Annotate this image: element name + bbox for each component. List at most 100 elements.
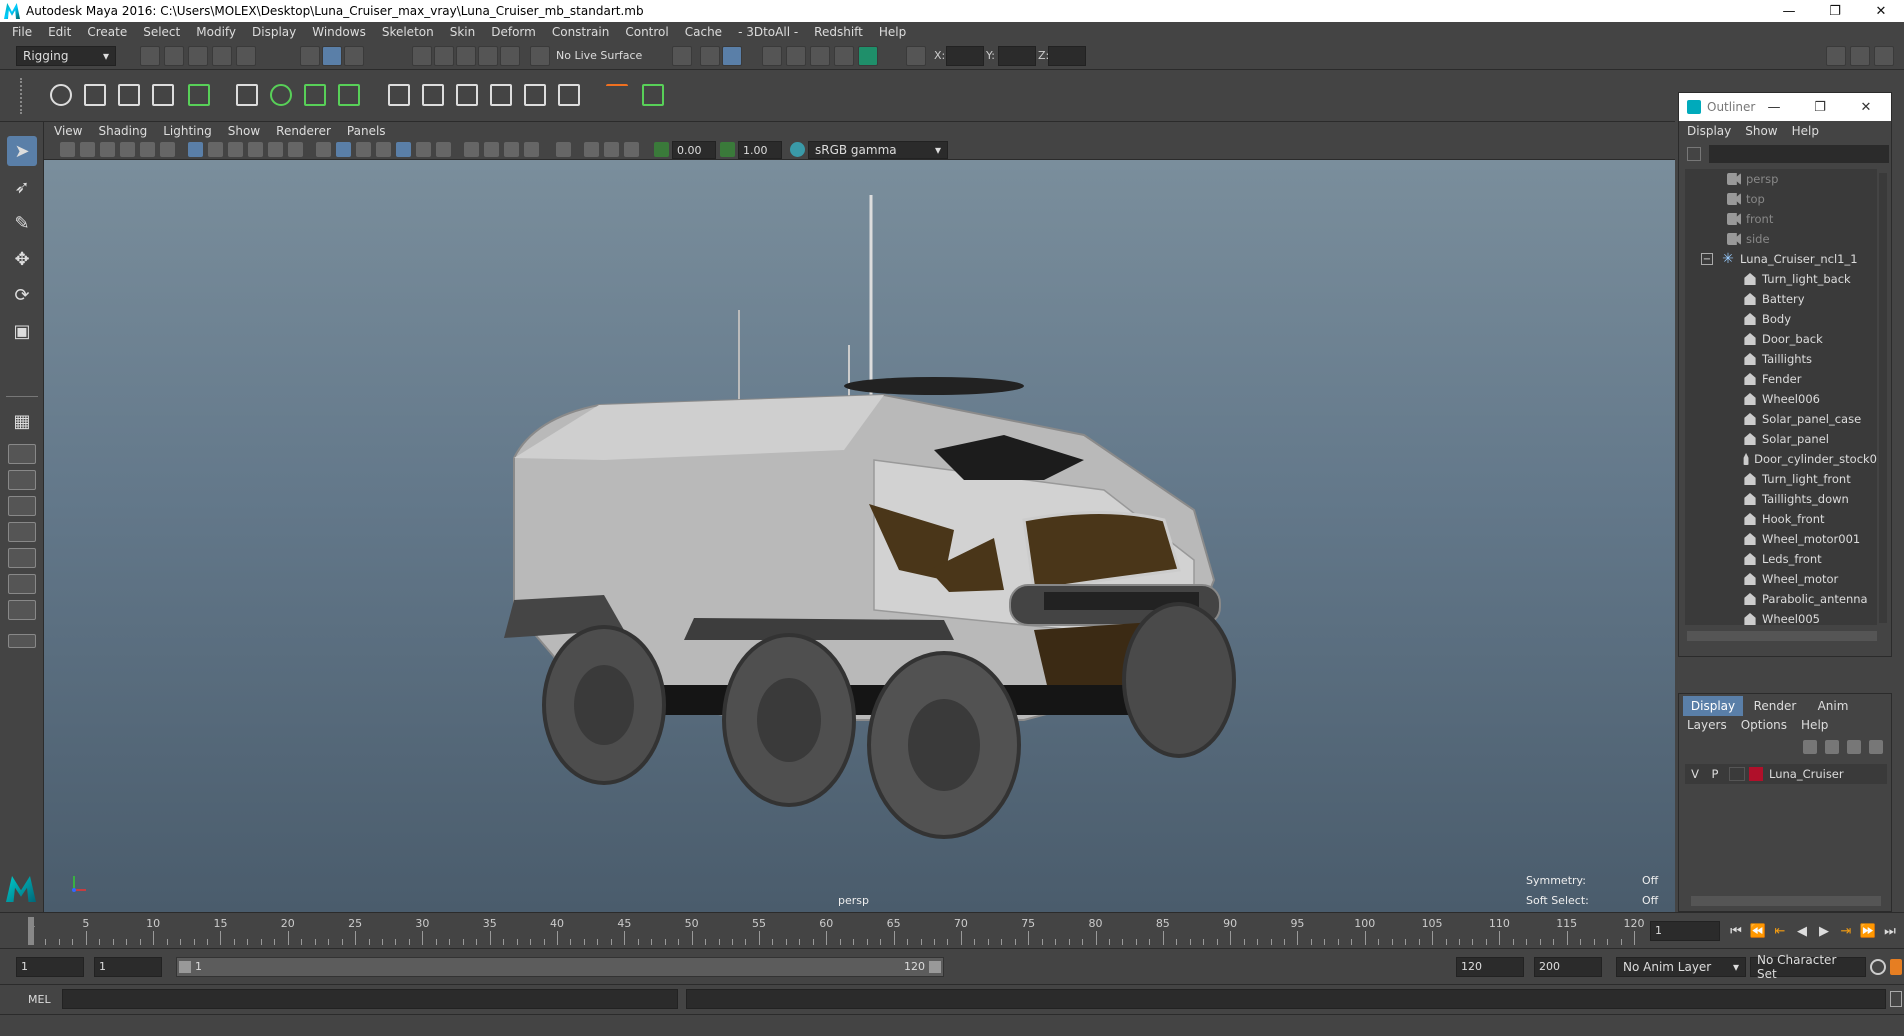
blend-shape-icon[interactable] bbox=[334, 80, 364, 110]
outliner-camera-side[interactable]: side bbox=[1685, 229, 1877, 249]
point-constraint-icon[interactable] bbox=[384, 80, 414, 110]
layer-playback-toggle[interactable]: P bbox=[1705, 767, 1725, 781]
playback-end-field[interactable]: 120 bbox=[1456, 957, 1524, 977]
snap-point-icon[interactable] bbox=[456, 46, 476, 66]
shelf-tabs-icon[interactable] bbox=[20, 78, 30, 114]
grid-icon[interactable] bbox=[188, 142, 203, 157]
preferences-icon[interactable] bbox=[1890, 959, 1902, 975]
gamma-icon[interactable] bbox=[720, 142, 735, 157]
wrap-deformer-icon[interactable] bbox=[300, 80, 330, 110]
layout-outliner-persp-icon[interactable] bbox=[8, 522, 36, 542]
layout-single-icon[interactable]: ▦ bbox=[7, 406, 37, 436]
outliner-item[interactable]: Door_cylinder_stock0 bbox=[1685, 449, 1877, 469]
locator-icon[interactable] bbox=[602, 80, 632, 110]
menu-deform[interactable]: Deform bbox=[483, 25, 544, 39]
anim-layer-dropdown[interactable]: No Anim Layer ▾ bbox=[1616, 957, 1746, 977]
render-settings-icon[interactable] bbox=[786, 46, 806, 66]
command-input[interactable] bbox=[62, 989, 678, 1009]
field-chart-icon[interactable] bbox=[268, 142, 283, 157]
outliner-vertical-scrollbar[interactable] bbox=[1879, 173, 1887, 623]
outliner-item[interactable]: Wheel_motor001 bbox=[1685, 529, 1877, 549]
panel-menu-renderer[interactable]: Renderer bbox=[276, 124, 331, 138]
construction-history-icon[interactable] bbox=[672, 46, 692, 66]
move-layer-down-icon[interactable] bbox=[1825, 740, 1839, 754]
menu-set-dropdown[interactable]: Rigging ▾ bbox=[16, 46, 116, 66]
tab-display[interactable]: Display bbox=[1683, 696, 1743, 716]
exposure-field[interactable]: 0.00 bbox=[672, 141, 716, 159]
camera-attributes-icon[interactable] bbox=[80, 142, 95, 157]
menu-constrain[interactable]: Constrain bbox=[544, 25, 618, 39]
outliner-item[interactable]: Turn_light_back bbox=[1685, 269, 1877, 289]
cluster-icon[interactable] bbox=[266, 80, 296, 110]
layout-two-side-icon[interactable] bbox=[8, 470, 36, 490]
orient-constraint-icon[interactable] bbox=[452, 80, 482, 110]
menu-windows[interactable]: Windows bbox=[304, 25, 374, 39]
close-button[interactable]: ✕ bbox=[1858, 0, 1904, 22]
redshift-render-icon[interactable] bbox=[858, 46, 878, 66]
bind-skin-icon[interactable] bbox=[184, 80, 214, 110]
menu-control[interactable]: Control bbox=[617, 25, 676, 39]
outliner-minimize-button[interactable]: — bbox=[1751, 93, 1797, 121]
new-layer-icon[interactable] bbox=[1847, 740, 1861, 754]
layout-custom-icon[interactable] bbox=[8, 600, 36, 620]
menu-file[interactable]: File bbox=[4, 25, 40, 39]
redo-icon[interactable] bbox=[236, 46, 256, 66]
select-object-icon[interactable] bbox=[322, 46, 342, 66]
xray-icon[interactable] bbox=[584, 142, 599, 157]
perspective-viewport[interactable]: persp Symmetry: Off Soft Select: Off bbox=[44, 160, 1675, 912]
save-scene-icon[interactable] bbox=[188, 46, 208, 66]
move-tool-icon[interactable]: ✥ bbox=[7, 244, 37, 274]
transform-input-icon[interactable] bbox=[906, 46, 926, 66]
outliner-menu-help[interactable]: Help bbox=[1792, 124, 1819, 138]
playback-start-field[interactable]: 1 bbox=[94, 957, 162, 977]
menu-skeleton[interactable]: Skeleton bbox=[374, 25, 442, 39]
safe-action-icon[interactable] bbox=[288, 142, 303, 157]
color-management-icon[interactable] bbox=[790, 142, 805, 157]
snap-grid-icon[interactable] bbox=[412, 46, 432, 66]
pole-vector-icon[interactable] bbox=[554, 80, 584, 110]
view-transform-dropdown[interactable]: sRGB gamma ▾ bbox=[808, 141, 948, 159]
step-back-frame-icon[interactable]: ⏪ bbox=[1750, 923, 1766, 939]
outliner-item[interactable]: Leds_front bbox=[1685, 549, 1877, 569]
menu-help[interactable]: Help bbox=[871, 25, 914, 39]
layout-graph-persp-icon[interactable] bbox=[8, 548, 36, 568]
time-slider[interactable]: 1510152025303540455055606570758085909510… bbox=[0, 912, 1904, 948]
time-ruler[interactable]: 1510152025303540455055606570758085909510… bbox=[28, 915, 1645, 945]
make-live-icon[interactable] bbox=[530, 46, 550, 66]
step-back-key-icon[interactable]: ⇤ bbox=[1772, 923, 1788, 939]
gate-mask-icon[interactable] bbox=[248, 142, 263, 157]
script-editor-icon[interactable] bbox=[1890, 991, 1902, 1007]
select-camera-icon[interactable] bbox=[60, 142, 75, 157]
range-end-handle[interactable] bbox=[929, 961, 941, 973]
layout-menu-icon[interactable] bbox=[8, 634, 36, 648]
layout-four-icon[interactable] bbox=[8, 444, 36, 464]
use-default-material-icon[interactable] bbox=[356, 142, 371, 157]
2d-pan-zoom-icon[interactable] bbox=[140, 142, 155, 157]
tool-settings-icon[interactable] bbox=[1874, 46, 1894, 66]
undo-icon[interactable] bbox=[212, 46, 232, 66]
new-scene-icon[interactable] bbox=[140, 46, 160, 66]
range-bar[interactable]: 1 120 bbox=[176, 957, 944, 977]
layer-menu-options[interactable]: Options bbox=[1741, 718, 1787, 732]
mirror-joint-icon[interactable] bbox=[148, 80, 178, 110]
outliner-item[interactable]: Turn_light_front bbox=[1685, 469, 1877, 489]
exposure-icon[interactable] bbox=[654, 142, 669, 157]
outliner-item[interactable]: Wheel_motor bbox=[1685, 569, 1877, 589]
render-sequence-icon[interactable] bbox=[834, 46, 854, 66]
new-layer-selected-icon[interactable] bbox=[1869, 740, 1883, 754]
outliner-item[interactable]: Wheel006 bbox=[1685, 389, 1877, 409]
ik-spline-icon[interactable] bbox=[114, 80, 144, 110]
outliner-titlebar[interactable]: Outliner — ❐ ✕ bbox=[1679, 93, 1891, 121]
character-set-dropdown[interactable]: No Character Set bbox=[1750, 953, 1866, 981]
hypershade-icon[interactable] bbox=[810, 46, 830, 66]
command-language-label[interactable]: MEL bbox=[28, 993, 51, 1006]
depth-of-field-icon[interactable] bbox=[524, 142, 539, 157]
scale-tool-icon[interactable]: ▣ bbox=[7, 316, 37, 346]
filter-icon[interactable] bbox=[1687, 147, 1701, 161]
anti-aliasing-icon[interactable] bbox=[504, 142, 519, 157]
scale-constraint-icon[interactable] bbox=[486, 80, 516, 110]
outliner-item[interactable]: Body bbox=[1685, 309, 1877, 329]
rotate-tool-icon[interactable]: ⟳ bbox=[7, 280, 37, 310]
x-field[interactable] bbox=[946, 46, 984, 66]
ipr-render-icon[interactable] bbox=[722, 46, 742, 66]
